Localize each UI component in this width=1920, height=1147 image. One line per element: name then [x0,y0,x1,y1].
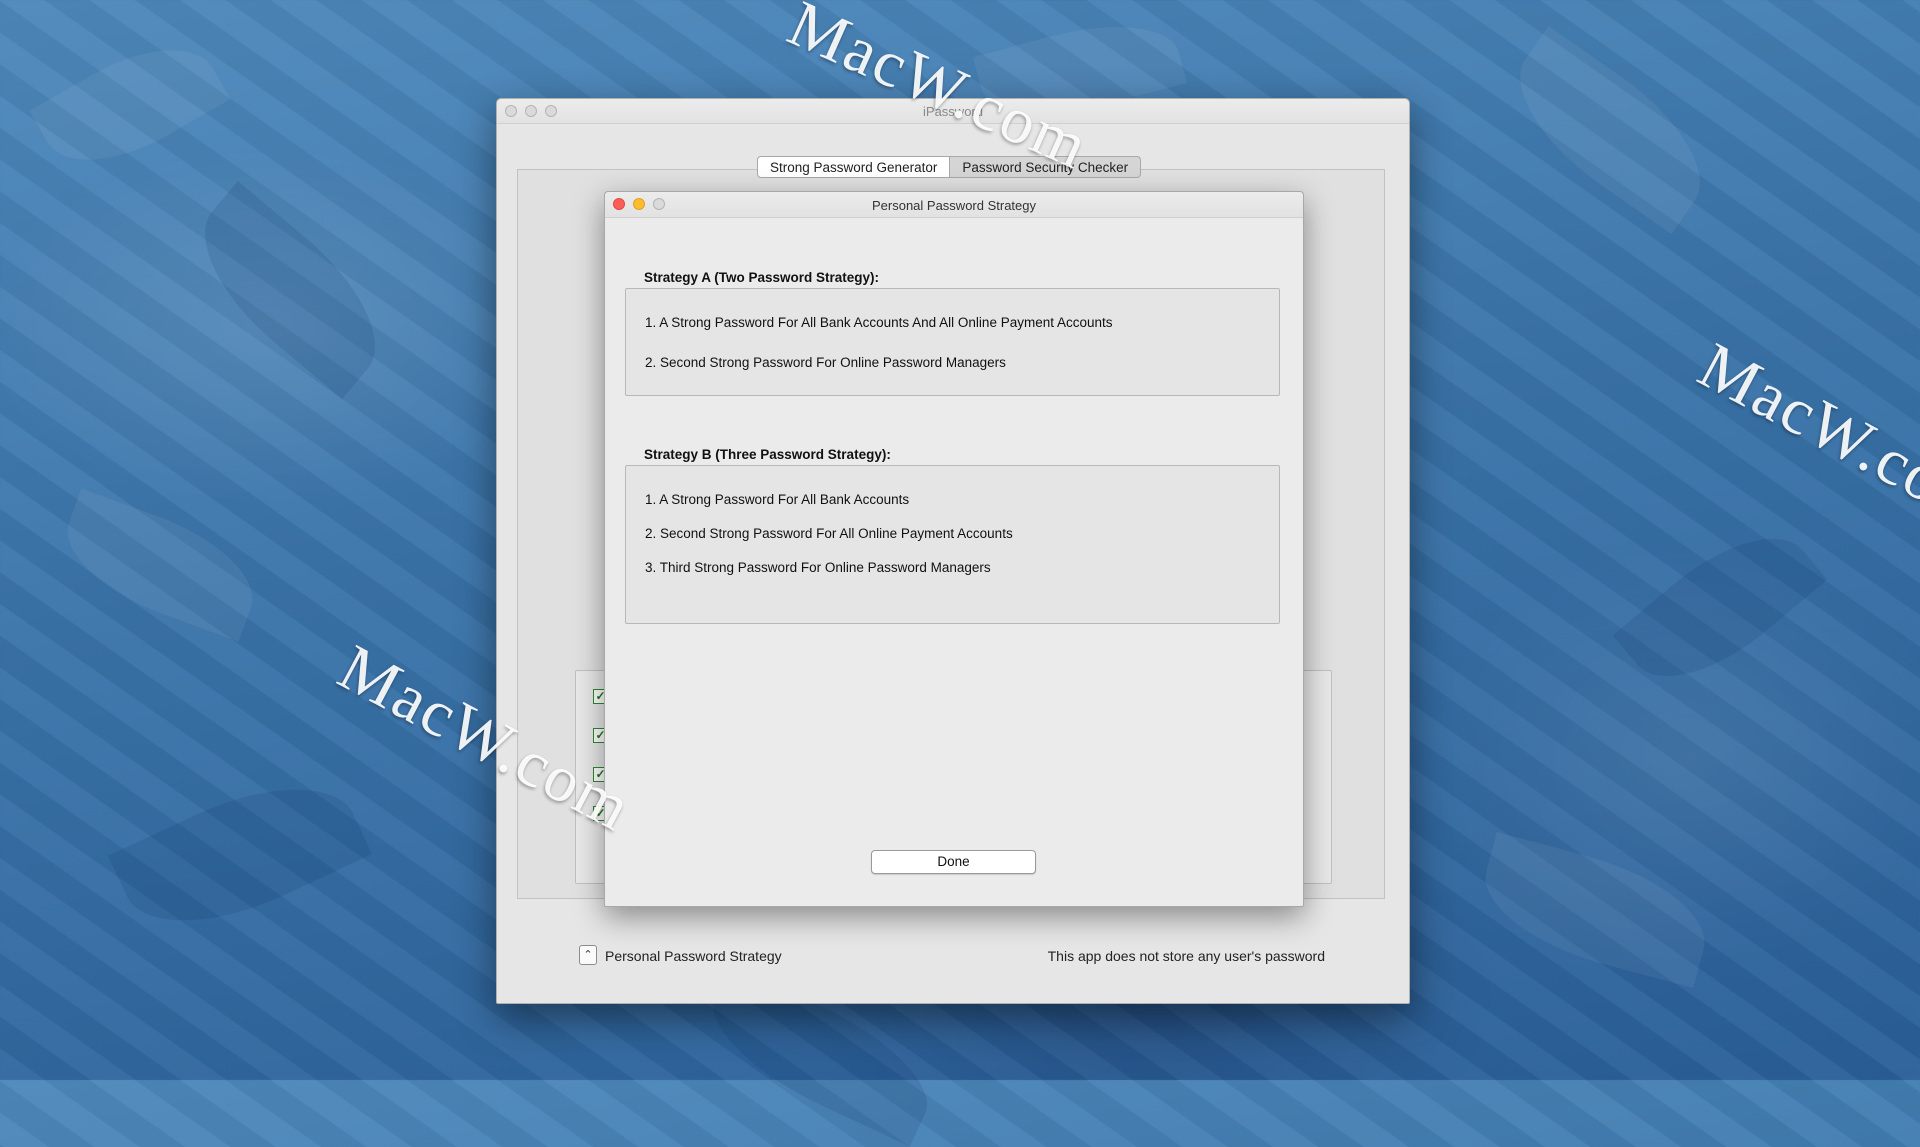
strategy-a-box: 1. A Strong Password For All Bank Accoun… [625,288,1280,396]
tab-strong-password-generator[interactable]: Strong Password Generator [757,156,951,178]
wallpaper-leaf [1612,506,1828,709]
watermark-text: MacW.com [1687,328,1920,544]
strategy-dialog: Personal Password Strategy Strategy A (T… [604,191,1304,907]
strategy-b-title: Strategy B (Three Password Strategy): [644,447,891,462]
wallpaper-leaf [1470,831,1720,989]
dialog-title: Personal Password Strategy [871,198,1037,213]
dialog-titlebar[interactable]: Personal Password Strategy [605,192,1303,218]
strategy-button-label[interactable]: Personal Password Strategy [605,948,782,964]
wallpaper-leaf [50,488,270,642]
wallpaper-leaf [29,21,231,189]
strategy-b-box: 1. A Strong Password For All Bank Accoun… [625,465,1280,624]
tab-bar: Strong Password Generator Password Secur… [757,156,1142,178]
strategy-b-item: 2. Second Strong Password For All Online… [645,526,1013,541]
strategy-b-item: 1. A Strong Password For All Bank Accoun… [645,492,910,507]
wallpaper-leaf [1491,25,1729,235]
done-button[interactable]: Done [871,850,1036,874]
strategy-disclosure-button[interactable]: ⌃ [579,945,597,965]
strategy-a-item: 2. Second Strong Password For Online Pas… [645,355,1006,370]
privacy-note: This app does not store any user's passw… [1047,948,1325,964]
wallpaper-leaf [107,754,373,956]
strategy-b-item: 3. Third Strong Password For Online Pass… [645,560,991,575]
wallpaper-leaf [173,180,407,400]
strategy-a-item: 1. A Strong Password For All Bank Accoun… [645,315,1113,330]
strategy-a-title: Strategy A (Two Password Strategy): [644,270,880,285]
